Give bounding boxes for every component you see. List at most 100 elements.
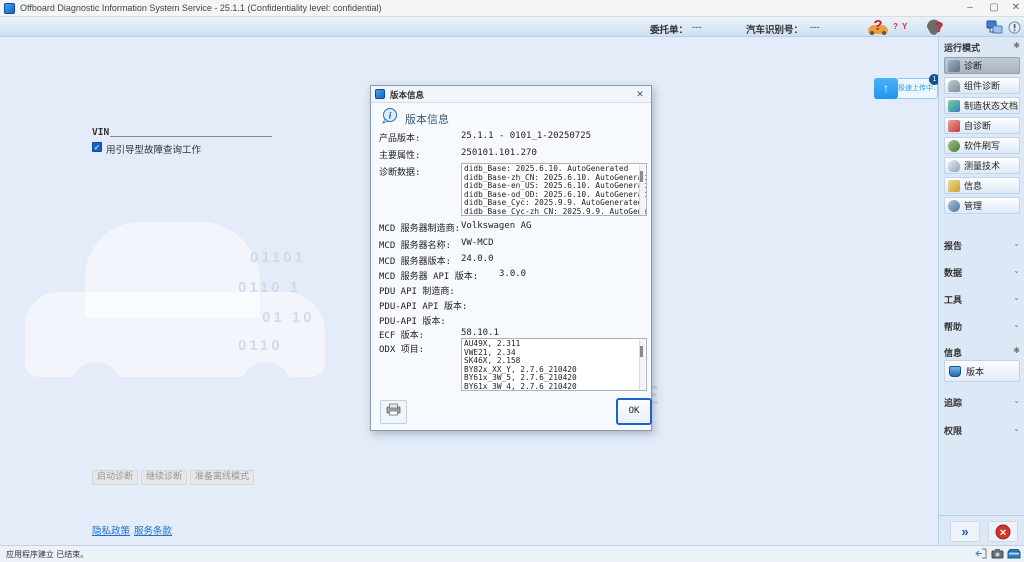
data-box-icon[interactable] <box>1007 548 1021 562</box>
sidebar-item-version[interactable]: 版本 <box>944 360 1020 382</box>
svg-text:?: ? <box>934 19 943 36</box>
guided-fault-checkbox[interactable]: ✓ <box>92 142 102 152</box>
measurement-icon <box>948 160 960 172</box>
dialog-close-icon[interactable]: ✕ <box>633 88 647 101</box>
pin-icon[interactable]: ✱ <box>1013 346 1020 355</box>
section-label: 追踪 <box>944 398 962 408</box>
exit-icon[interactable] <box>975 548 987 562</box>
mcd-server-name-label: MCD 服务器名称: <box>379 238 451 251</box>
title-bar: Offboard Diagnostic Information System S… <box>0 0 1024 17</box>
collapse-icon[interactable]: ⌄ <box>1013 424 1020 433</box>
guided-fault-checkbox-label: 用引导型故障查询工作 <box>106 142 201 156</box>
diagnostic-data-list[interactable]: didb_Base: 2025.6.10. AutoGenerated didb… <box>461 163 647 216</box>
section-label: 信息 <box>944 348 962 358</box>
section-trace[interactable]: 追踪 ⌄ <box>944 396 1020 409</box>
watermark-car-wheel <box>240 362 292 414</box>
order-label: 委托单： <box>650 22 688 36</box>
start-diagnosis-button[interactable]: 启动诊断 <box>92 470 138 485</box>
sidebar-item-label: 制造状态文档 <box>964 99 1018 112</box>
operating-mode-title: 运行模式 <box>944 43 980 53</box>
pdu-api-manufacturer-label: PDU API 制造商: <box>379 284 455 297</box>
pdu-api-api-version-label: PDU-API API 版本: <box>379 299 467 312</box>
sidebar-item-label: 诊断 <box>964 59 982 72</box>
mcd-api-version-value: 3.0.0 <box>499 269 526 279</box>
upload-count-badge: 1 <box>929 74 938 85</box>
mcd-server-version-label: MCD 服务器版本: <box>379 254 451 267</box>
mcd-manufacturer-label: MCD 服务器制造商: <box>379 221 460 234</box>
component-diagnosis-icon <box>948 80 960 92</box>
sidebar-item-label: 组件诊断 <box>964 79 1000 92</box>
sidebar-item-admin[interactable]: 管理 <box>944 197 1020 214</box>
close-button[interactable]: ✕ <box>1008 1 1024 15</box>
section-help[interactable]: 帮助 ⌄ <box>944 320 1020 333</box>
upload-arrow-icon: ↑ <box>874 78 898 99</box>
privacy-policy-link[interactable]: 隐私政策 <box>92 523 130 537</box>
vehicle-help-icon[interactable]: ? <box>866 17 892 36</box>
collapse-icon[interactable]: ⌄ <box>1013 320 1020 329</box>
scrollbar-thumb[interactable] <box>640 171 643 182</box>
watermark-binary: 01101 <box>250 249 306 266</box>
diagnosis-icon <box>948 60 960 72</box>
collapse-icon[interactable]: ⌄ <box>1013 266 1020 275</box>
dialog-heading: 版本信息 <box>405 111 449 127</box>
terms-of-service-link[interactable]: 服务条款 <box>134 523 172 537</box>
section-permissions[interactable]: 权限 ⌄ <box>944 424 1020 437</box>
screenshot-icon[interactable] <box>991 548 1004 562</box>
information-icon <box>948 180 960 192</box>
vin-input[interactable] <box>110 123 272 137</box>
watermark-car-wheel <box>70 362 122 414</box>
section-label: 权限 <box>944 426 962 436</box>
scrollbar-thumb[interactable] <box>640 346 643 357</box>
sidebar-item-information[interactable]: 信息 <box>944 177 1020 194</box>
diag-line: didb_Base_Cyc-zh_CN: 2025.9.9. AutoGener… <box>464 208 636 216</box>
app-window: Offboard Diagnostic Information System S… <box>0 0 1024 562</box>
sidebar-item-diagnosis[interactable]: 诊断 <box>944 57 1020 74</box>
dialog-title-bar[interactable]: 版本信息 ✕ <box>371 86 651 103</box>
ok-button[interactable]: OK <box>616 398 652 425</box>
collapse-icon[interactable]: ⌄ <box>1013 396 1020 405</box>
diagnosis-help-icon[interactable]: ? <box>924 17 950 36</box>
scrollbar[interactable] <box>639 340 645 391</box>
continue-diagnosis-button[interactable]: 继续诊断 <box>141 470 187 485</box>
sidebar-item-software-flash[interactable]: 软件刷写 <box>944 137 1020 154</box>
maximize-button[interactable]: ▢ <box>986 1 1002 15</box>
collapse-icon[interactable]: ⌄ <box>1013 239 1020 248</box>
pin-icon[interactable]: ✱ <box>1013 41 1020 50</box>
scrollbar[interactable] <box>639 165 645 216</box>
dialog-title: 版本信息 <box>390 89 424 101</box>
cancel-button[interactable]: ✕ <box>988 521 1018 542</box>
pdu-api-version-label: PDU-API 版本: <box>379 314 446 327</box>
product-version-value: 25.1.1 - 0101_1-20250725 <box>461 131 591 141</box>
main-content: 01101 0110 1 01 10 0110 DIAGNOSTIC INFOR… <box>0 37 938 545</box>
section-tools[interactable]: 工具⌄ <box>944 293 1020 306</box>
mcd-manufacturer-value: Volkswagen AG <box>461 221 531 231</box>
vin-label: VIN <box>92 127 109 138</box>
sidebar-item-build-status-docs[interactable]: 制造状态文档 <box>944 97 1020 114</box>
forward-button[interactable]: » <box>950 521 980 542</box>
main-attribute-value: 250101.101.270 <box>461 148 537 158</box>
window-title: Offboard Diagnostic Information System S… <box>20 3 382 13</box>
sidebar-item-component-diagnosis[interactable]: 组件诊断 <box>944 77 1020 94</box>
section-info[interactable]: 信息 ✱ <box>944 346 1020 359</box>
odx-projects-list[interactable]: AU49X, 2.311 VWE21, 2.34 SK46X, 2.158 BY… <box>461 338 647 391</box>
operating-mode-header[interactable]: 运行模式 ✱ <box>944 41 1020 54</box>
sidebar-item-measurement[interactable]: 测量技术 <box>944 157 1020 174</box>
status-bar <box>0 545 1024 562</box>
section-label: 帮助 <box>944 322 962 332</box>
sidebar-item-self-diagnosis[interactable]: 自诊断 <box>944 117 1020 134</box>
help-hint-text: ? Y <box>893 22 908 31</box>
svg-text:?: ? <box>873 17 882 34</box>
sidebar-item-label: 版本 <box>966 365 984 378</box>
odx-projects-label: ODX 项目: <box>379 342 424 355</box>
build-status-docs-icon <box>948 100 960 112</box>
self-diagnosis-icon <box>948 120 960 132</box>
sidebar-item-label: 测量技术 <box>964 159 1000 172</box>
section-reports[interactable]: 报告⌄ <box>944 239 1020 252</box>
minimize-button[interactable]: – <box>962 1 978 15</box>
prepare-offline-mode-button[interactable]: 准备离线模式 <box>190 470 254 485</box>
print-button[interactable] <box>380 400 407 424</box>
section-data[interactable]: 数据⌄ <box>944 266 1020 279</box>
divider <box>938 515 1024 516</box>
dialog-icon <box>375 89 385 99</box>
collapse-icon[interactable]: ⌄ <box>1013 293 1020 302</box>
